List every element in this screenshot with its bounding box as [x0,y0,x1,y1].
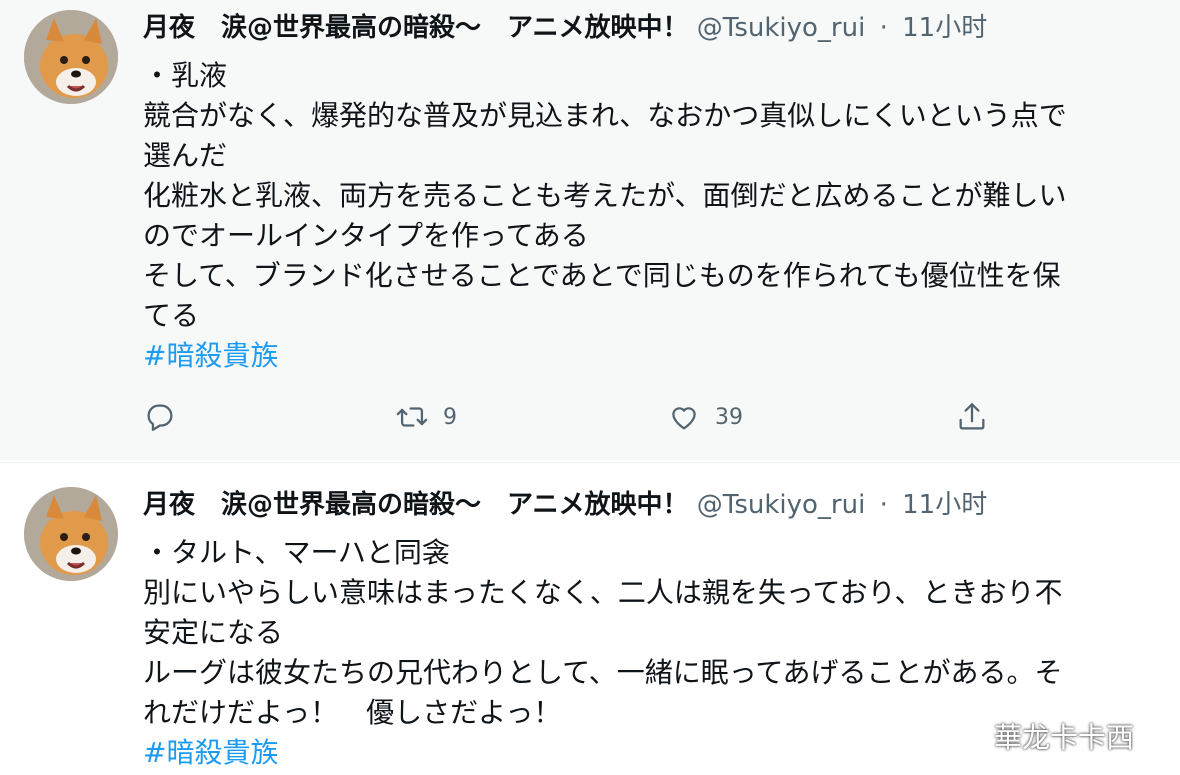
hashtag-link[interactable]: #暗殺貴族 [143,336,1153,376]
handle[interactable]: @Tsukiyo_rui [697,490,866,520]
share-button[interactable] [955,395,989,439]
text-line: 安定になる [143,616,284,649]
timestamp[interactable]: 11小时 [902,490,987,520]
like-button[interactable]: 39 [667,395,743,439]
fox-avatar-icon [24,487,118,581]
reply-icon [147,404,173,431]
tweet-text: ・乳液 競合がなく、爆発的な普及が見込まれ、なおかつ真似しにくいという点で 選ん… [143,56,1153,376]
avatar[interactable] [24,10,118,104]
watermark: 華龙卡卡西 [994,721,1135,754]
text-line: 選んだ [143,139,228,172]
display-name[interactable]: 月夜 涙@世界最高の暗殺～ アニメ放映中！ [143,490,688,520]
reply-button[interactable] [143,395,177,439]
text-line: ルーグは彼女たちの兄代わりとして、一緒に眠ってあげることがある。そ [143,656,1063,689]
separator: · [879,13,888,43]
tweet-actions: 9 39 [143,395,1003,439]
separator: · [879,490,888,520]
text-line: 化粧水と乳液、両方を売ることも考えたが、面倒だと広めることが難しい [143,179,1067,212]
share-icon [959,403,985,430]
tweet-header: 月夜 涙@世界最高の暗殺～ アニメ放映中！ @Tsukiyo_rui · 11小… [143,485,987,525]
text-line: 競合がなく、爆発的な普及が見込まれ、なおかつ真似しにくいという点で [143,99,1067,132]
tweet-header: 月夜 涙@世界最高の暗殺～ アニメ放映中！ @Tsukiyo_rui · 11小… [143,8,987,48]
text-line: のでオールインタイプを作ってある [143,219,589,252]
text-line: ・タルト、マーハと同衾 [143,536,450,569]
like-count: 39 [715,404,743,430]
retweet-count: 9 [443,404,457,430]
display-name[interactable]: 月夜 涙@世界最高の暗殺～ アニメ放映中！ [143,13,688,43]
timestamp[interactable]: 11小时 [902,13,987,43]
text-line: ・乳液 [143,59,228,92]
fox-avatar-icon [24,10,118,104]
retweet-button[interactable]: 9 [395,395,457,439]
text-line: てる [143,299,200,332]
like-icon [672,407,696,430]
avatar[interactable] [24,487,118,581]
text-line: 別にいやらしい意味はまったくなく、二人は親を失っており、ときおり不 [143,576,1063,609]
handle[interactable]: @Tsukiyo_rui [697,13,866,43]
tweet[interactable]: 月夜 涙@世界最高の暗殺～ アニメ放映中！ @Tsukiyo_rui · 11小… [0,0,1180,460]
retweet-icon [396,407,428,427]
text-line: そして、ブランド化させることであとで同じものを作られても優位性を保 [143,259,1061,292]
